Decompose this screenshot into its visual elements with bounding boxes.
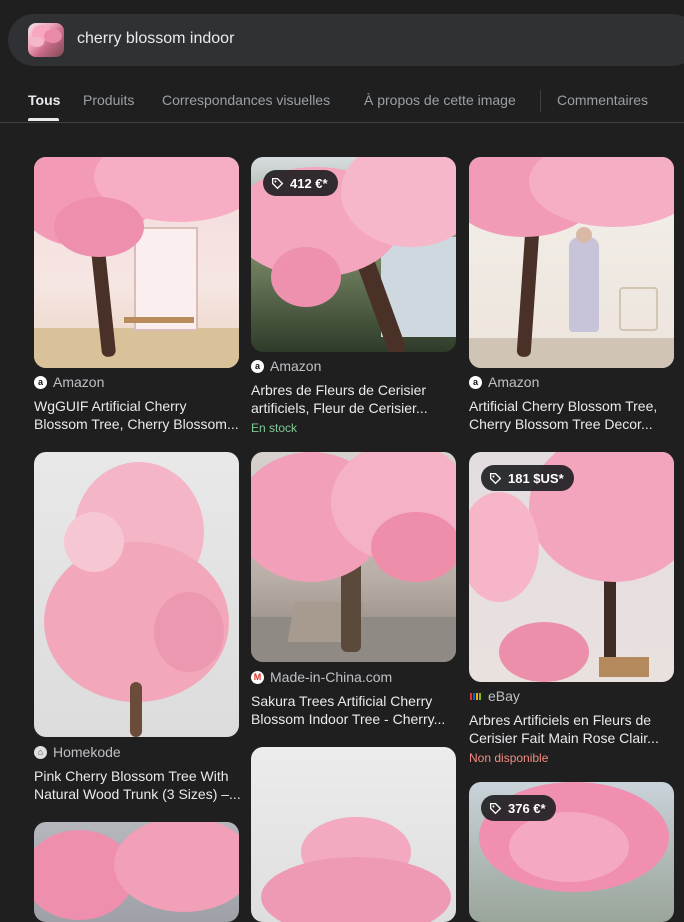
price-text: 181 $US* (508, 470, 564, 486)
result-title[interactable]: Pink Cherry Blossom Tree With Natural Wo… (34, 767, 244, 803)
price-tag-icon (489, 802, 502, 814)
result-source[interactable]: a Amazon (251, 358, 321, 374)
result-image[interactable] (34, 822, 239, 922)
title-line: Blossom Indoor Tree - Cherry... (251, 711, 446, 727)
result-source[interactable]: a Amazon (469, 374, 539, 390)
price-tag-icon (489, 472, 502, 484)
result-image[interactable] (251, 452, 456, 662)
made-in-china-icon: M (251, 670, 264, 684)
ebay-icon (469, 690, 482, 703)
tab-about-image[interactable]: À propos de cette image (364, 92, 516, 108)
tab-all[interactable]: Tous (28, 92, 60, 108)
result-source[interactable]: eBay (469, 688, 520, 704)
source-name: eBay (488, 688, 520, 704)
result-source[interactable]: ⌂ Homekode (34, 744, 121, 760)
result-image[interactable] (251, 747, 456, 922)
result-title[interactable]: Arbres de Fleurs de Cerisier artificiels… (251, 381, 461, 417)
price-badge: 412 €* (263, 170, 338, 196)
query-image-thumbnail[interactable] (28, 23, 64, 57)
stock-status: En stock (251, 421, 298, 435)
title-line: Natural Wood Trunk (3 Sizes) –... (34, 786, 241, 802)
result-title[interactable]: Arbres Artificiels en Fleurs de Cerisier… (469, 711, 679, 747)
title-line: Cherry Blossom Tree Decor... (469, 416, 653, 432)
price-tag-icon (271, 177, 284, 189)
source-name: Amazon (53, 374, 105, 390)
amazon-icon: a (34, 375, 47, 389)
tab-divider (540, 90, 541, 112)
price-text: 412 €* (290, 175, 328, 191)
active-tab-indicator (28, 118, 59, 121)
result-image[interactable] (34, 452, 239, 737)
search-bar[interactable]: cherry blossom indoor (8, 14, 684, 66)
result-image[interactable] (34, 157, 239, 368)
source-name: Amazon (270, 358, 322, 374)
tab-visual-matches[interactable]: Correspondances visuelles (162, 92, 330, 108)
result-source[interactable]: M Made-in-China.com (251, 669, 392, 685)
result-tabs: Tous Produits Correspondances visuelles … (0, 84, 684, 123)
result-title[interactable]: Sakura Trees Artificial Cherry Blossom I… (251, 692, 461, 728)
tab-feedback[interactable]: Commentaires (557, 92, 648, 108)
title-line: WgGUIF Artificial Cherry (34, 398, 187, 414)
title-line: Blossom Tree, Cherry Blossom... (34, 416, 239, 432)
title-line: Cerisier Fait Main Rose Clair... (469, 730, 659, 746)
amazon-icon: a (251, 359, 264, 373)
result-source[interactable]: a Amazon (34, 374, 104, 390)
search-query[interactable]: cherry blossom indoor (77, 30, 234, 48)
tab-products[interactable]: Produits (83, 92, 134, 108)
price-badge: 181 $US* (481, 465, 574, 491)
source-name: Homekode (53, 744, 121, 760)
title-line: Artificial Cherry Blossom Tree, (469, 398, 658, 414)
amazon-icon: a (469, 375, 482, 389)
stock-status: Non disponible (469, 751, 549, 765)
title-line: Sakura Trees Artificial Cherry (251, 693, 433, 709)
title-line: artificiels, Fleur de Cerisier... (251, 400, 428, 416)
title-line: Arbres Artificiels en Fleurs de (469, 712, 652, 728)
price-badge: 376 €* (481, 795, 556, 821)
price-text: 376 €* (508, 800, 546, 816)
source-name: Made-in-China.com (270, 669, 393, 685)
title-line: Pink Cherry Blossom Tree With (34, 768, 229, 784)
homekode-icon: ⌂ (34, 745, 47, 759)
result-image[interactable] (469, 157, 674, 368)
result-title[interactable]: WgGUIF Artificial Cherry Blossom Tree, C… (34, 397, 244, 433)
result-title[interactable]: Artificial Cherry Blossom Tree, Cherry B… (469, 397, 679, 433)
source-name: Amazon (488, 374, 540, 390)
title-line: Arbres de Fleurs de Cerisier (251, 382, 427, 398)
